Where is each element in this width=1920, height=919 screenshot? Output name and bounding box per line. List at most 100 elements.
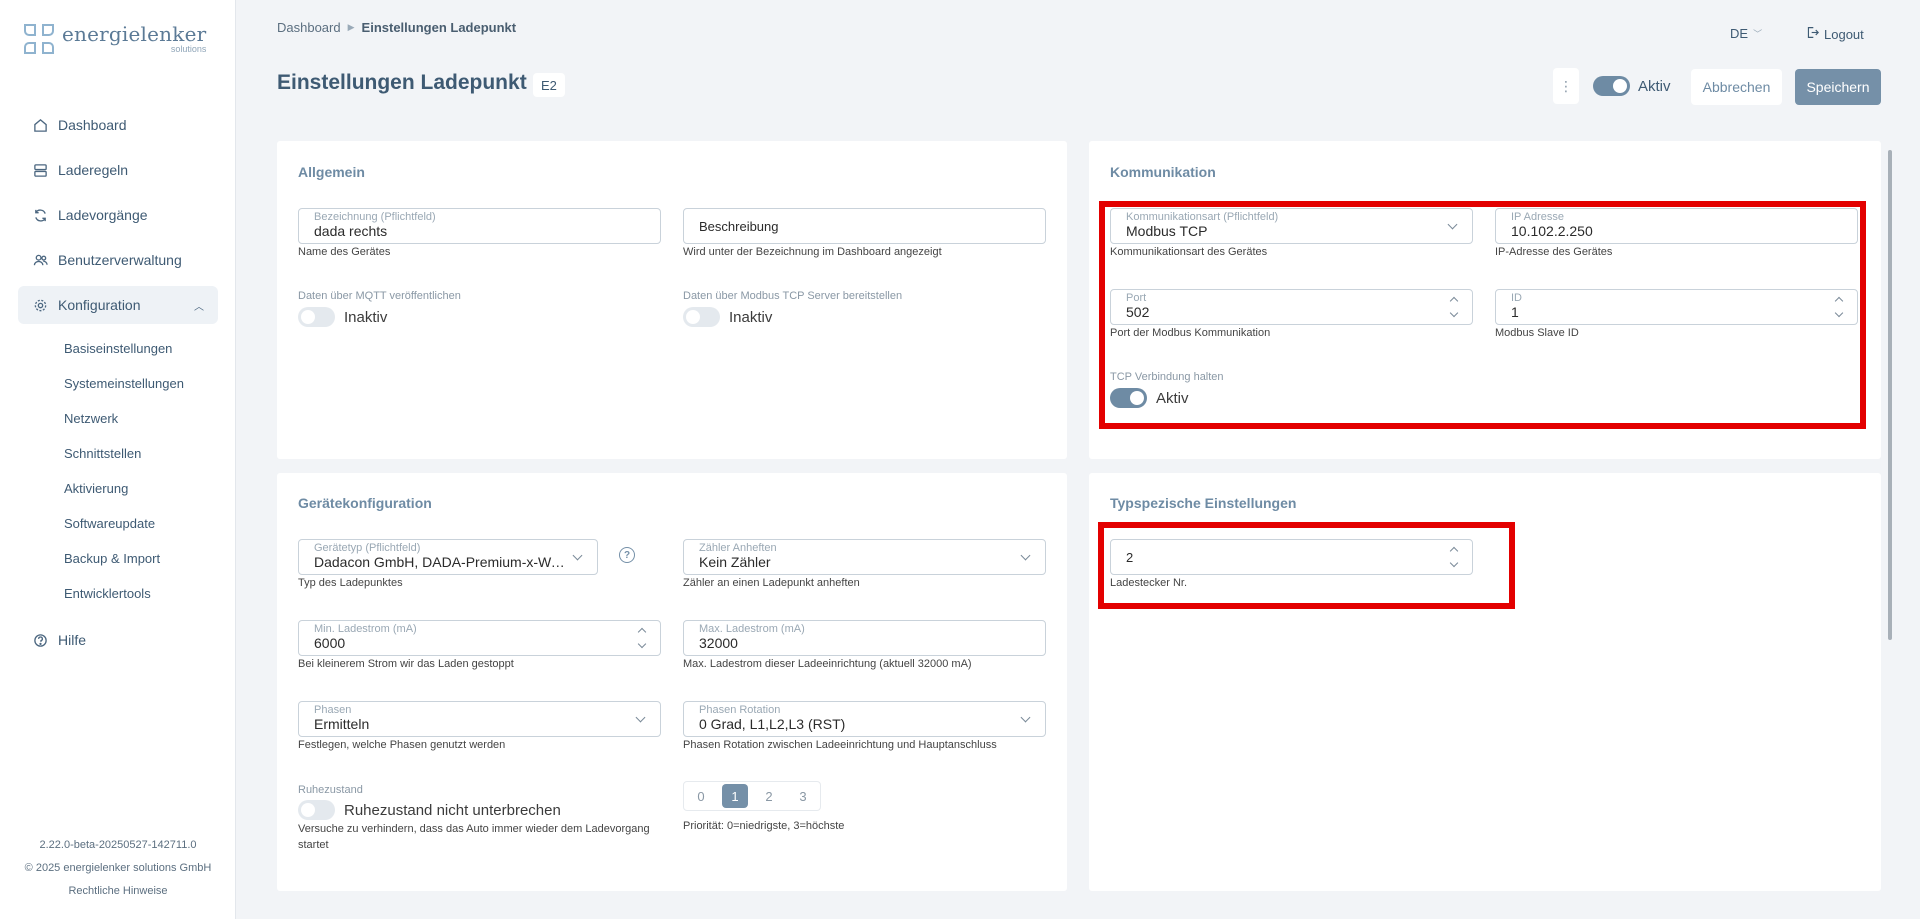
description-field[interactable]: Beschreibung: [683, 208, 1046, 244]
field-help: Festlegen, welche Phasen genutzt werden: [298, 739, 506, 751]
priority-option-3[interactable]: 3: [786, 782, 820, 810]
active-toggle-group: Aktiv: [1593, 76, 1671, 96]
rest-state: Ruhezustand nicht unterbrechen: [344, 801, 561, 819]
slave-id-input[interactable]: ID 1: [1495, 289, 1858, 325]
field-value: Dadacon GmbH, DADA-Premium-x-Wallbox...: [314, 554, 569, 570]
nav-item-benutzerverwaltung[interactable]: Benutzerverwaltung: [18, 241, 218, 279]
active-toggle-label: Aktiv: [1638, 77, 1671, 95]
card-kommunikation: Kommunikation Kommunikationsart (Pflicht…: [1089, 141, 1881, 459]
scrollbar[interactable]: [1888, 150, 1892, 640]
field-help: IP-Adresse des Gerätes: [1495, 246, 1613, 258]
mqtt-label: Daten über MQTT veröffentlichen: [298, 290, 461, 302]
ip-address-input[interactable]: IP Adresse 10.102.2.250: [1495, 208, 1858, 244]
brand-logo[interactable]: energielenker solutions: [22, 22, 206, 56]
field-value: 6000: [314, 635, 346, 651]
spinner-icon[interactable]: [1448, 294, 1460, 322]
meter-select[interactable]: Zähler Anheften Kein Zähler: [683, 539, 1046, 575]
nav-item-ladevorgaenge[interactable]: Ladevorgänge: [18, 196, 218, 234]
subnav-item-entwicklertools[interactable]: Entwicklertools: [64, 576, 218, 611]
priority-option-2[interactable]: 2: [752, 782, 786, 810]
field-value: Ermitteln: [314, 716, 370, 732]
subnav-item-netzwerk[interactable]: Netzwerk: [64, 401, 218, 436]
chevron-down-icon: [572, 550, 583, 561]
breadcrumb: Dashboard ▶ Einstellungen Ladepunkt: [277, 20, 516, 35]
field-help: Max. Ladestrom dieser Ladeeinrichtung (a…: [683, 658, 972, 670]
field-label: Phasen: [314, 704, 352, 716]
nav-item-dashboard[interactable]: Dashboard: [18, 106, 218, 144]
name-field[interactable]: Bezeichnung (Pflichtfeld) dada rechts: [298, 208, 661, 244]
charging-plug-input[interactable]: 2: [1110, 539, 1473, 575]
field-value: 10.102.2.250: [1511, 223, 1593, 239]
field-help: Kommunikationsart des Gerätes: [1110, 246, 1268, 258]
rest-toggle-group: Ruhezustand nicht unterbrechen: [298, 800, 561, 820]
field-help: Bei kleinerem Strom wir das Laden gestop…: [298, 658, 514, 670]
language-select[interactable]: DE ﹀: [1730, 26, 1762, 41]
chevron-down-icon: [1020, 712, 1031, 723]
logo-icon: [24, 24, 54, 54]
max-current-input[interactable]: Max. Ladestrom (mA) 32000: [683, 620, 1046, 656]
logout-icon: [1806, 26, 1819, 42]
subnav-item-systemeinstellungen[interactable]: Systemeinstellungen: [64, 366, 218, 401]
breadcrumb-dashboard[interactable]: Dashboard: [277, 20, 341, 35]
spinner-icon[interactable]: [636, 625, 648, 653]
device-badge: E2: [533, 73, 565, 97]
save-button[interactable]: Speichern: [1795, 69, 1881, 105]
field-value: 0 Grad, L1,L2,L3 (RST): [699, 716, 846, 732]
mqtt-toggle[interactable]: [298, 307, 335, 327]
legal-link[interactable]: Rechtliche Hinweise: [68, 885, 167, 897]
spinner-icon[interactable]: [1448, 544, 1460, 572]
field-placeholder: Beschreibung: [699, 219, 779, 234]
field-value: dada rechts: [314, 223, 388, 239]
more-vertical-icon: ⋮: [1559, 77, 1573, 94]
port-input[interactable]: Port 502: [1110, 289, 1473, 325]
modbus-server-toggle[interactable]: [683, 307, 720, 327]
tcp-keep-toggle[interactable]: [1110, 388, 1147, 408]
active-toggle[interactable]: [1593, 76, 1630, 96]
cancel-button[interactable]: Abbrechen: [1691, 69, 1782, 105]
device-type-help-icon[interactable]: ?: [619, 547, 635, 563]
spinner-icon[interactable]: [1833, 294, 1845, 322]
field-help: Priorität: 0=niedrigste, 3=höchste: [683, 820, 845, 832]
field-label: Port: [1126, 292, 1147, 304]
tcp-keep-toggle-group: Aktiv: [1110, 388, 1189, 408]
version-text: 2.22.0-beta-20250527-142711.0: [39, 839, 197, 851]
communication-type-select[interactable]: Kommunikationsart (Pflichtfeld) Modbus T…: [1110, 208, 1473, 244]
min-current-input[interactable]: Min. Ladestrom (mA) 6000: [298, 620, 661, 656]
page-title: Einstellungen Ladepunkt: [277, 71, 527, 94]
field-value: 2: [1126, 550, 1134, 565]
card-title: Typspezische Einstellungen: [1110, 495, 1297, 511]
field-value: 1: [1511, 304, 1519, 320]
subnav-item-basiseinstellungen[interactable]: Basiseinstellungen: [64, 331, 218, 366]
nav-item-label: Laderegeln: [58, 162, 129, 178]
card-geraetekonfiguration: Gerätekonfiguration Gerätetyp (Pflichtfe…: [277, 473, 1067, 891]
sidebar-footer: 2.22.0-beta-20250527-142711.0 © 2025 ene…: [0, 834, 236, 903]
priority-option-1[interactable]: 1: [722, 784, 748, 808]
card-title: Kommunikation: [1110, 164, 1216, 180]
logout-button[interactable]: Logout: [1806, 26, 1864, 42]
nav-item-label: Ladevorgänge: [58, 207, 148, 223]
field-help: Phasen Rotation zwischen Ladeeinrichtung…: [683, 739, 997, 751]
nav-item-konfiguration[interactable]: Konfiguration ︿: [18, 286, 218, 324]
priority-selector: 0 1 2 3: [683, 781, 821, 811]
priority-option-0[interactable]: 0: [684, 782, 718, 810]
subnav-item-schnittstellen[interactable]: Schnittstellen: [64, 436, 218, 471]
field-help: startet: [298, 839, 329, 851]
nav-item-laderegeln[interactable]: Laderegeln: [18, 151, 218, 189]
users-icon: [32, 252, 48, 268]
subnav-item-backup-import[interactable]: Backup & Import: [64, 541, 218, 576]
language-value: DE: [1730, 26, 1749, 41]
field-help: Port der Modbus Kommunikation: [1110, 327, 1271, 339]
phase-rotation-select[interactable]: Phasen Rotation 0 Grad, L1,L2,L3 (RST): [683, 701, 1046, 737]
more-options-button[interactable]: ⋮: [1553, 68, 1579, 104]
field-help: Versuche zu verhindern, dass das Auto im…: [298, 823, 650, 835]
device-type-select[interactable]: Gerätetyp (Pflichtfeld) Dadacon GmbH, DA…: [298, 539, 598, 575]
subnav-item-softwareupdate[interactable]: Softwareupdate: [64, 506, 218, 541]
subnav-item-aktivierung[interactable]: Aktivierung: [64, 471, 218, 506]
sidebar: energielenker solutions Dashboard Ladere…: [0, 0, 236, 919]
mqtt-state: Inaktiv: [344, 308, 388, 326]
phases-select[interactable]: Phasen Ermitteln: [298, 701, 661, 737]
rest-toggle[interactable]: [298, 800, 335, 820]
help-icon: [32, 632, 48, 648]
modbus-server-state: Inaktiv: [729, 308, 773, 326]
nav-item-hilfe[interactable]: Hilfe: [18, 621, 218, 659]
